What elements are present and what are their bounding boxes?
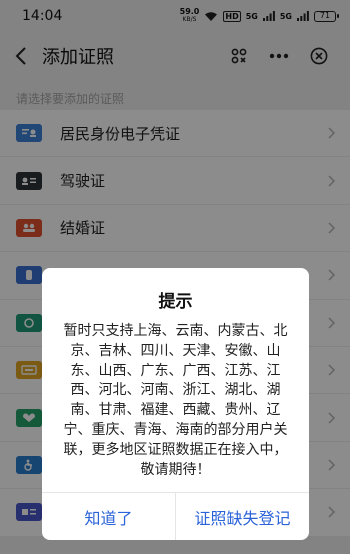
dismiss-button[interactable]: 知道了 [42, 493, 175, 540]
dialog-footer: 知道了 证照缺失登记 [42, 492, 309, 540]
dialog-message-line: 敬请期待！ [140, 461, 211, 478]
dialog-message: 暂时只支持上海、云南、内蒙古、北 京、吉林、四川、天津、安徽、山 东、山西、广东… [42, 318, 309, 480]
register-missing-button[interactable]: 证照缺失登记 [175, 493, 309, 540]
dialog-message-line: 东、山西、广东、广西、江苏、江 [70, 362, 281, 379]
dialog-message-line: 暂时只支持上海、云南、内蒙古、北 [63, 323, 288, 339]
alert-dialog: 提示 暂时只支持上海、云南、内蒙古、北 京、吉林、四川、天津、安徽、山 东、山西… [42, 268, 309, 540]
dialog-title: 提示 [158, 292, 193, 312]
dialog-message-line: 联，更多地区证照数据正在接入中， [63, 441, 288, 458]
dialog-message-line: 南、甘肃、福建、西藏、贵州、辽 [70, 402, 281, 419]
dialog-message-line: 京、吉林、四川、天津、安徽、山 [70, 342, 281, 359]
dialog-message-line: 宁、重庆、青海、海南的部分用户关 [63, 421, 288, 438]
dialog-message-line: 西、河北、河南、浙江、湖北、湖 [70, 382, 281, 399]
